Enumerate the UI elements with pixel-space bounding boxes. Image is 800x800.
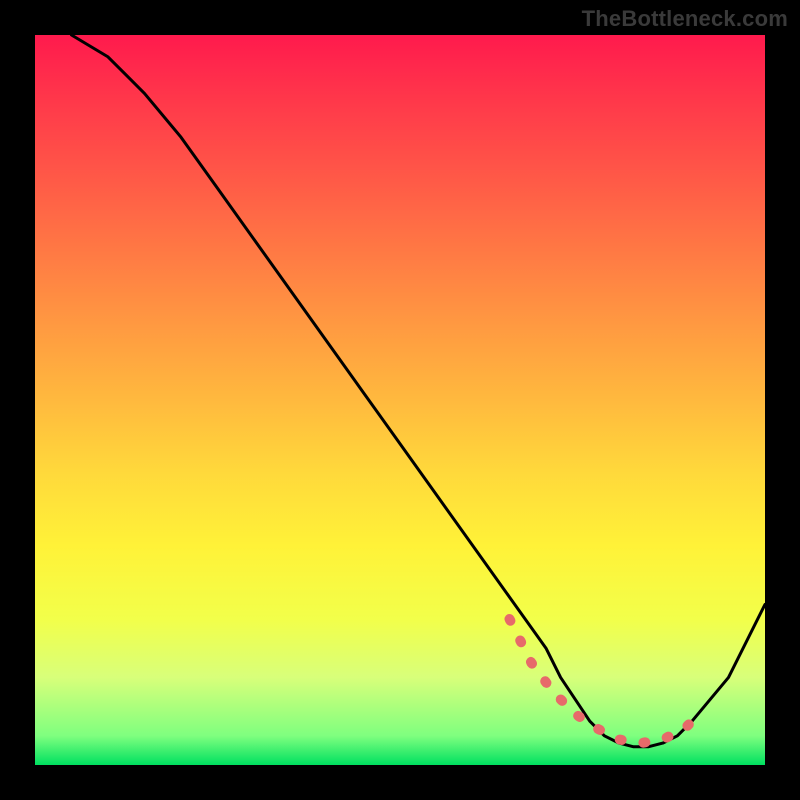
chart-svg [35,35,765,765]
plot-area [35,35,765,765]
watermark-text: TheBottleneck.com [582,6,788,32]
bottleneck-curve [72,35,766,747]
chart-frame: TheBottleneck.com [0,0,800,800]
